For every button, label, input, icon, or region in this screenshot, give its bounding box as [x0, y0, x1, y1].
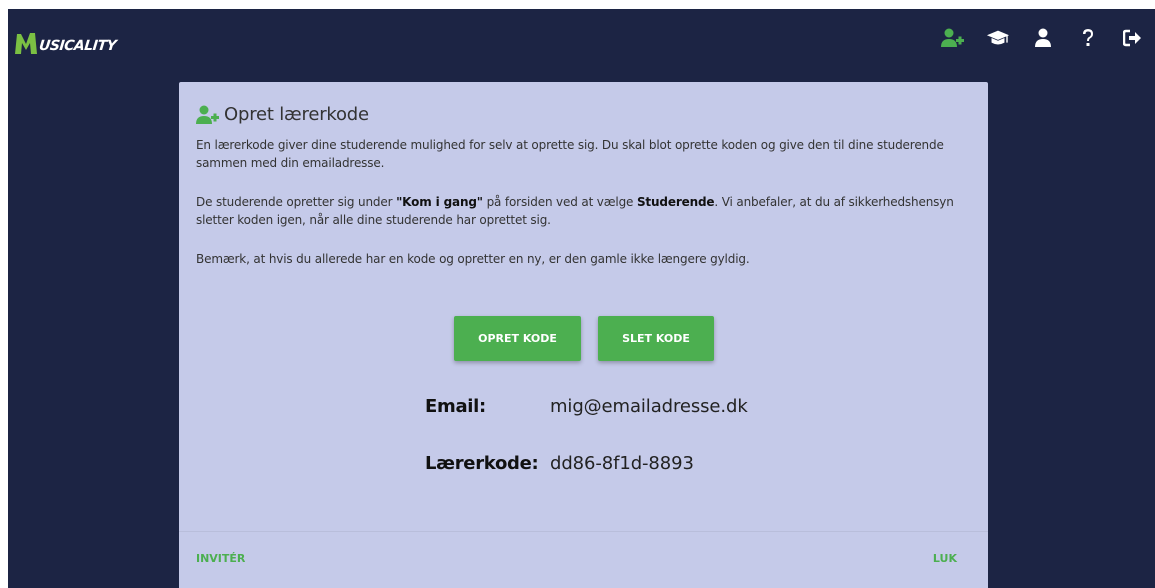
- invite-link[interactable]: INVITÉR: [196, 552, 245, 565]
- user-icon[interactable]: [1031, 26, 1055, 50]
- create-code-button[interactable]: OPRET KODE: [454, 316, 581, 361]
- logo[interactable]: USICALITY: [14, 29, 117, 55]
- add-user-icon: [196, 105, 219, 124]
- close-link[interactable]: LUK: [933, 552, 957, 565]
- email-label: Email:: [425, 396, 486, 417]
- intro-paragraph: En lærerkode giver dine studerende mulig…: [196, 138, 944, 170]
- instructions-paragraph: De studerende opretter sig under "Kom i …: [196, 193, 976, 229]
- delete-code-button[interactable]: SLET KODE: [598, 316, 714, 361]
- question-icon[interactable]: [1076, 26, 1100, 50]
- email-value: mig@emailadresse.dk: [550, 396, 748, 417]
- dialog-title: Opret lærerkode: [224, 104, 369, 125]
- logo-m-icon: [15, 33, 37, 54]
- top-bar: USICALITY: [8, 9, 1155, 73]
- dialog-header: Opret lærerkode: [196, 104, 369, 125]
- note-paragraph: Bemærk, at hvis du allerede har en kode …: [196, 252, 750, 266]
- footer-divider: [179, 531, 988, 532]
- top-nav: [920, 26, 1145, 50]
- logo-text: USICALITY: [38, 38, 117, 54]
- teacher-code-label: Lærerkode:: [425, 453, 539, 474]
- instructions-text-middle: på forsiden ved at vælge: [482, 195, 637, 209]
- graduation-cap-icon[interactable]: [986, 26, 1010, 50]
- app-window: USICALITY Opret lærerkode En lærerkode g…: [8, 9, 1155, 588]
- create-teacher-code-dialog: Opret lærerkode En lærerkode giver dine …: [179, 82, 988, 588]
- add-user-icon[interactable]: [941, 26, 965, 50]
- instructions-text-start: De studerende opretter sig under: [196, 195, 397, 209]
- studerende-text: Studerende: [636, 195, 715, 209]
- teacher-code-value: dd86-8f1d-8893: [550, 453, 694, 474]
- sign-out-icon[interactable]: [1121, 26, 1145, 50]
- kom-i-gang-text: "Kom i gang": [396, 195, 483, 209]
